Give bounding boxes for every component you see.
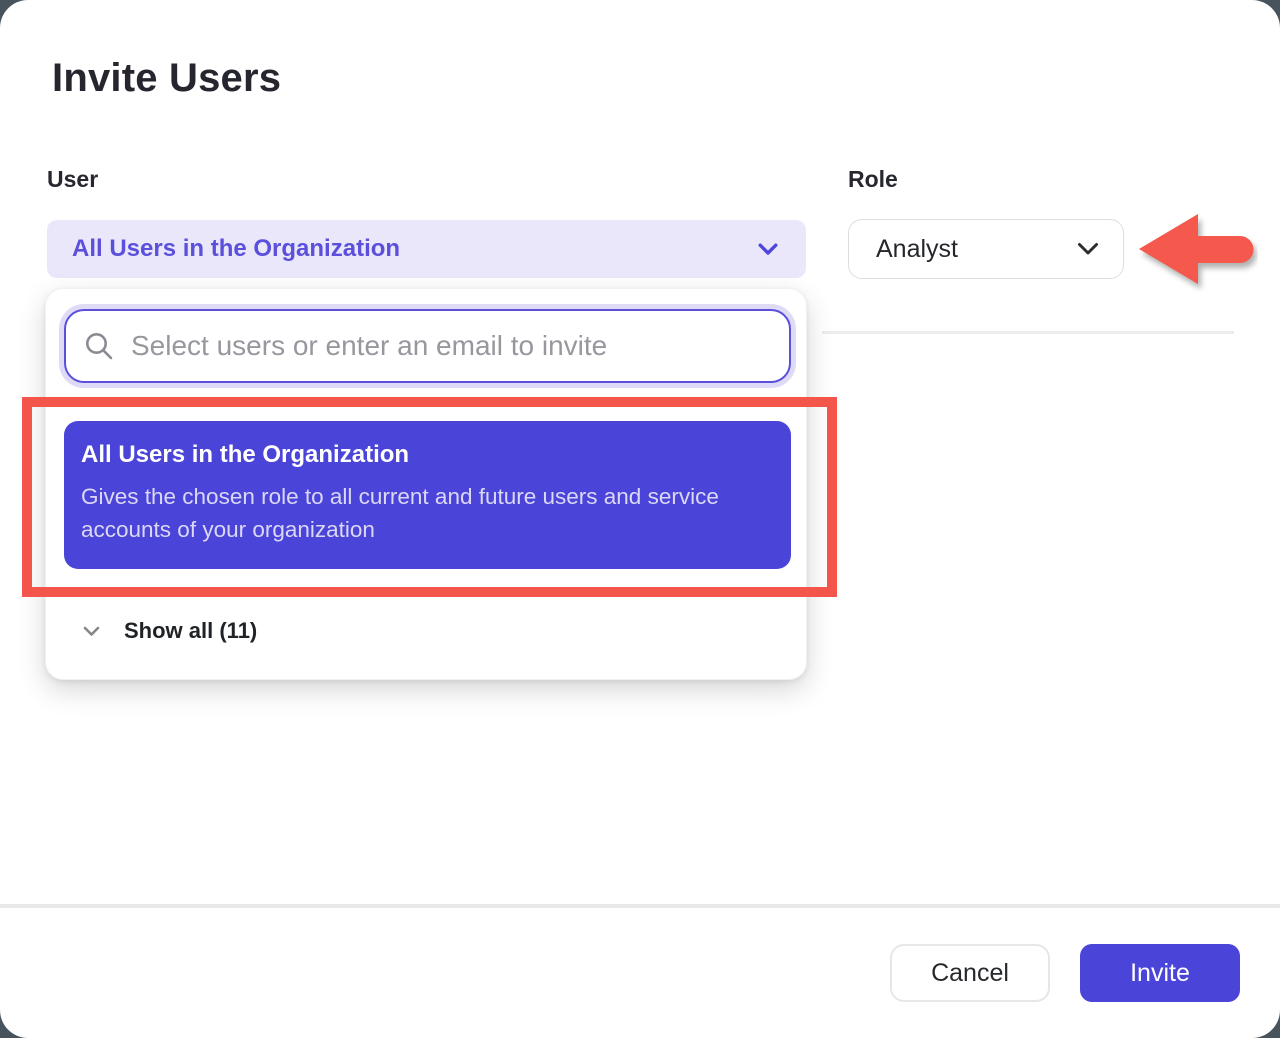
section-divider	[822, 331, 1234, 334]
chevron-down-icon	[1077, 242, 1099, 256]
invite-users-dialog: Invite Users User Role All Users in the …	[0, 0, 1280, 1038]
footer-divider	[0, 904, 1280, 908]
cancel-button[interactable]: Cancel	[890, 944, 1050, 1002]
role-select-value: Analyst	[876, 235, 1077, 264]
user-field-label: User	[47, 166, 98, 193]
page-title: Invite Users	[52, 56, 281, 101]
show-all-toggle[interactable]: Show all (11)	[46, 607, 806, 655]
user-dropdown-panel: All Users in the Organization Gives the …	[45, 288, 807, 680]
search-icon	[84, 331, 114, 361]
option-description: Gives the chosen role to all current and…	[81, 480, 774, 546]
user-search-input[interactable]	[131, 330, 769, 362]
user-select[interactable]: All Users in the Organization	[47, 220, 806, 278]
user-search-box	[64, 309, 791, 383]
user-select-value: All Users in the Organization	[72, 235, 758, 263]
role-field-label: Role	[848, 166, 898, 193]
chevron-down-icon	[758, 243, 778, 256]
chevron-down-icon	[83, 626, 100, 637]
option-title: All Users in the Organization	[81, 441, 774, 469]
red-arrow-left-icon	[1136, 210, 1258, 297]
show-all-label: Show all (11)	[124, 618, 257, 644]
option-all-users-in-organization[interactable]: All Users in the Organization Gives the …	[64, 421, 791, 569]
role-select[interactable]: Analyst	[848, 219, 1124, 279]
invite-button[interactable]: Invite	[1080, 944, 1240, 1002]
